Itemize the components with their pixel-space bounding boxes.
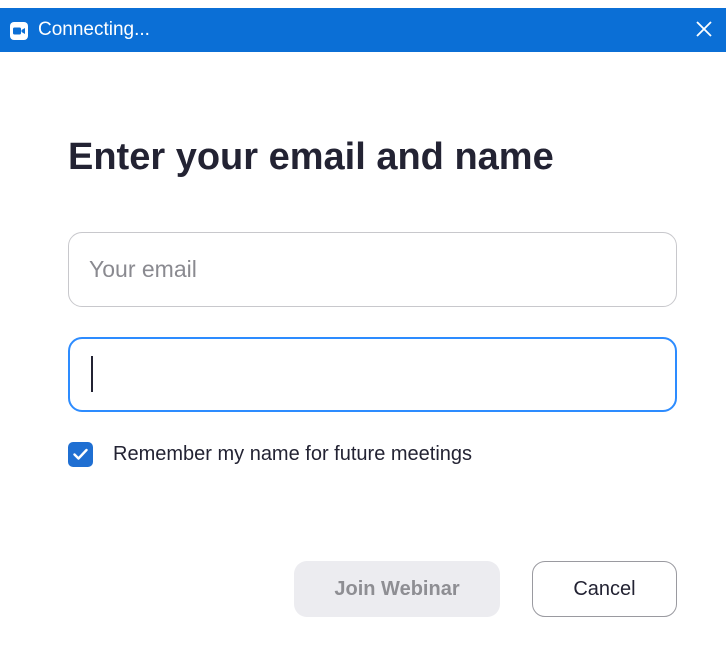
cancel-button[interactable]: Cancel bbox=[532, 561, 677, 617]
window-title: Connecting... bbox=[38, 19, 150, 40]
remember-name-checkbox[interactable] bbox=[68, 441, 93, 467]
checkmark-icon bbox=[73, 448, 88, 460]
zoom-camera-icon bbox=[10, 22, 28, 40]
title-bar: Connecting... bbox=[0, 8, 726, 52]
remember-name-label[interactable]: Remember my name for future meetings bbox=[113, 443, 472, 466]
close-button[interactable] bbox=[690, 15, 718, 43]
page-title: Enter your email and name bbox=[68, 136, 554, 178]
name-field[interactable] bbox=[68, 337, 677, 412]
join-webinar-button[interactable]: Join Webinar bbox=[294, 561, 500, 617]
text-caret bbox=[91, 356, 93, 392]
remember-name-row: Remember my name for future meetings bbox=[68, 440, 472, 468]
close-icon bbox=[696, 21, 712, 37]
email-field[interactable] bbox=[68, 232, 677, 307]
join-webinar-window: Connecting... Enter your email and name … bbox=[0, 0, 726, 670]
